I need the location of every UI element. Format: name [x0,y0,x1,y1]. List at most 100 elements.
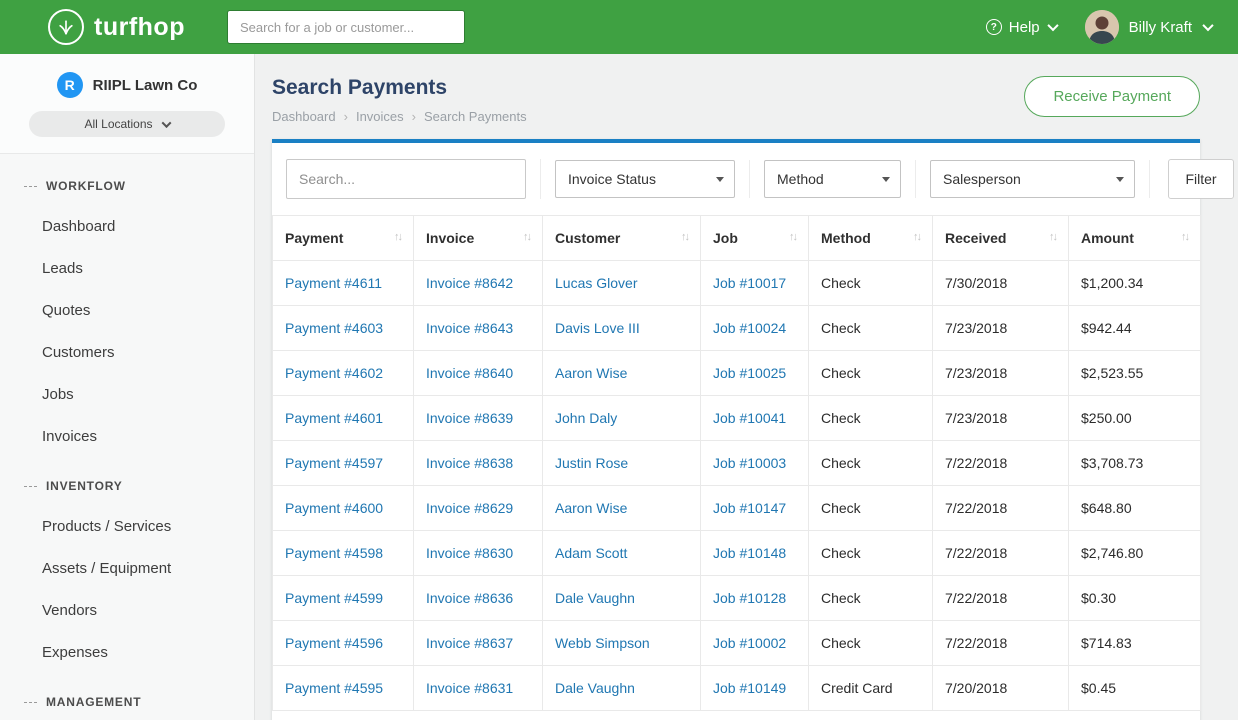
column-header-invoice[interactable]: Invoice↑↓ [414,216,543,261]
cell-amount: $3,708.73 [1069,441,1201,486]
job-link[interactable]: Job #10149 [713,680,786,696]
column-header-method[interactable]: Method↑↓ [809,216,933,261]
job-link[interactable]: Job #10147 [713,500,786,516]
job-link[interactable]: Job #10041 [713,410,786,426]
sidebar-item-jobs[interactable]: Jobs [0,374,254,416]
customer-link[interactable]: Dale Vaughn [555,590,635,606]
method-value: Method [777,171,824,187]
payment-link[interactable]: Payment #4596 [285,635,383,651]
sidebar-item-products-services[interactable]: Products / Services [0,506,254,548]
invoice-link[interactable]: Invoice #8642 [426,275,513,291]
salesperson-select[interactable]: Salesperson [930,160,1135,198]
payment-link[interactable]: Payment #4599 [285,590,383,606]
cell-payment: Payment #4601 [273,396,414,441]
sidebar-item-invoices[interactable]: Invoices [0,416,254,458]
customer-link[interactable]: Justin Rose [555,455,628,471]
cell-job: Job #10128 [701,576,809,621]
invoice-link[interactable]: Invoice #8643 [426,320,513,336]
breadcrumb-item-invoices[interactable]: Invoices [356,109,404,124]
sidebar-section-inventory[interactable]: INVENTORY [0,466,254,506]
invoice-link[interactable]: Invoice #8631 [426,680,513,696]
sidebar-item-quotes[interactable]: Quotes [0,290,254,332]
company-section: R RIIPL Lawn Co All Locations [0,54,254,154]
tree-dash-icon [24,486,37,487]
filter-cell-button: Filter [1150,159,1238,199]
cell-invoice: Invoice #8629 [414,486,543,531]
sidebar-section-management[interactable]: MANAGEMENT [0,682,254,720]
customer-link[interactable]: Dale Vaughn [555,680,635,696]
column-header-job[interactable]: Job↑↓ [701,216,809,261]
table-row: Payment #4595 Invoice #8631 Dale Vaughn Job… [273,666,1201,711]
breadcrumb-item-dashboard[interactable]: Dashboard [272,109,336,124]
cell-customer: Aaron Wise [543,351,701,396]
invoice-link[interactable]: Invoice #8629 [426,500,513,516]
customer-link[interactable]: Aaron Wise [555,500,627,516]
table-search-input[interactable] [286,159,526,199]
invoice-link[interactable]: Invoice #8640 [426,365,513,381]
customer-link[interactable]: Davis Love III [555,320,640,336]
invoice-link[interactable]: Invoice #8639 [426,410,513,426]
chevron-down-icon [1047,20,1058,31]
sidebar-item-vendors[interactable]: Vendors [0,590,254,632]
customer-link[interactable]: Adam Scott [555,545,627,561]
invoice-status-select[interactable]: Invoice Status [555,160,735,198]
column-header-payment[interactable]: Payment↑↓ [273,216,414,261]
payment-link[interactable]: Payment #4597 [285,455,383,471]
payment-link[interactable]: Payment #4611 [285,275,382,291]
customer-link[interactable]: John Daly [555,410,617,426]
payment-link[interactable]: Payment #4598 [285,545,383,561]
job-link[interactable]: Job #10002 [713,635,786,651]
app-logo[interactable]: turfhop [48,9,185,45]
job-link[interactable]: Job #10148 [713,545,786,561]
invoice-link[interactable]: Invoice #8630 [426,545,513,561]
customer-link[interactable]: Aaron Wise [555,365,627,381]
job-link[interactable]: Job #10025 [713,365,786,381]
sidebar-item-expenses[interactable]: Expenses [0,632,254,674]
payment-link[interactable]: Payment #4602 [285,365,383,381]
column-header-label: Invoice [426,230,474,246]
column-header-label: Payment [285,230,343,246]
customer-link[interactable]: Lucas Glover [555,275,637,291]
cell-received: 7/23/2018 [933,351,1069,396]
column-header-amount[interactable]: Amount↑↓ [1069,216,1201,261]
sidebar-item-leads[interactable]: Leads [0,248,254,290]
payment-link[interactable]: Payment #4601 [285,410,383,426]
tree-dash-icon [24,702,37,703]
job-link[interactable]: Job #10024 [713,320,786,336]
main-content: Search Payments Dashboard›Invoices›Searc… [255,54,1238,720]
cell-invoice: Invoice #8639 [414,396,543,441]
cell-job: Job #10025 [701,351,809,396]
job-link[interactable]: Job #10128 [713,590,786,606]
method-select[interactable]: Method [764,160,901,198]
filter-button[interactable]: Filter [1168,159,1234,199]
payment-link[interactable]: Payment #4595 [285,680,383,696]
cell-amount: $2,746.80 [1069,531,1201,576]
sidebar-item-dashboard[interactable]: Dashboard [0,206,254,248]
payment-link[interactable]: Payment #4600 [285,500,383,516]
global-search-input[interactable] [227,10,465,44]
location-selector[interactable]: All Locations [29,111,225,137]
column-header-received[interactable]: Received↑↓ [933,216,1069,261]
job-link[interactable]: Job #10017 [713,275,786,291]
payment-link[interactable]: Payment #4603 [285,320,383,336]
sidebar: R RIIPL Lawn Co All Locations WORKFLOWDa… [0,54,255,720]
invoice-link[interactable]: Invoice #8637 [426,635,513,651]
company-row[interactable]: R RIIPL Lawn Co [0,72,254,98]
customer-link[interactable]: Webb Simpson [555,635,650,651]
payments-card: Invoice Status Method Salesperson Filter [272,139,1200,720]
sidebar-section-workflow[interactable]: WORKFLOW [0,166,254,206]
invoice-link[interactable]: Invoice #8638 [426,455,513,471]
sidebar-item-assets-equipment[interactable]: Assets / Equipment [0,548,254,590]
column-header-label: Received [945,230,1006,246]
cell-method: Check [809,621,933,666]
column-header-customer[interactable]: Customer↑↓ [543,216,701,261]
cell-method: Credit Card [809,666,933,711]
caret-down-icon [1116,177,1124,182]
invoice-link[interactable]: Invoice #8636 [426,590,513,606]
job-link[interactable]: Job #10003 [713,455,786,471]
help-menu[interactable]: ? Help [986,19,1057,36]
breadcrumb-item-search-payments: Search Payments [424,109,527,124]
receive-payment-button[interactable]: Receive Payment [1024,76,1200,117]
user-menu[interactable]: Billy Kraft [1085,10,1212,44]
sidebar-item-customers[interactable]: Customers [0,332,254,374]
